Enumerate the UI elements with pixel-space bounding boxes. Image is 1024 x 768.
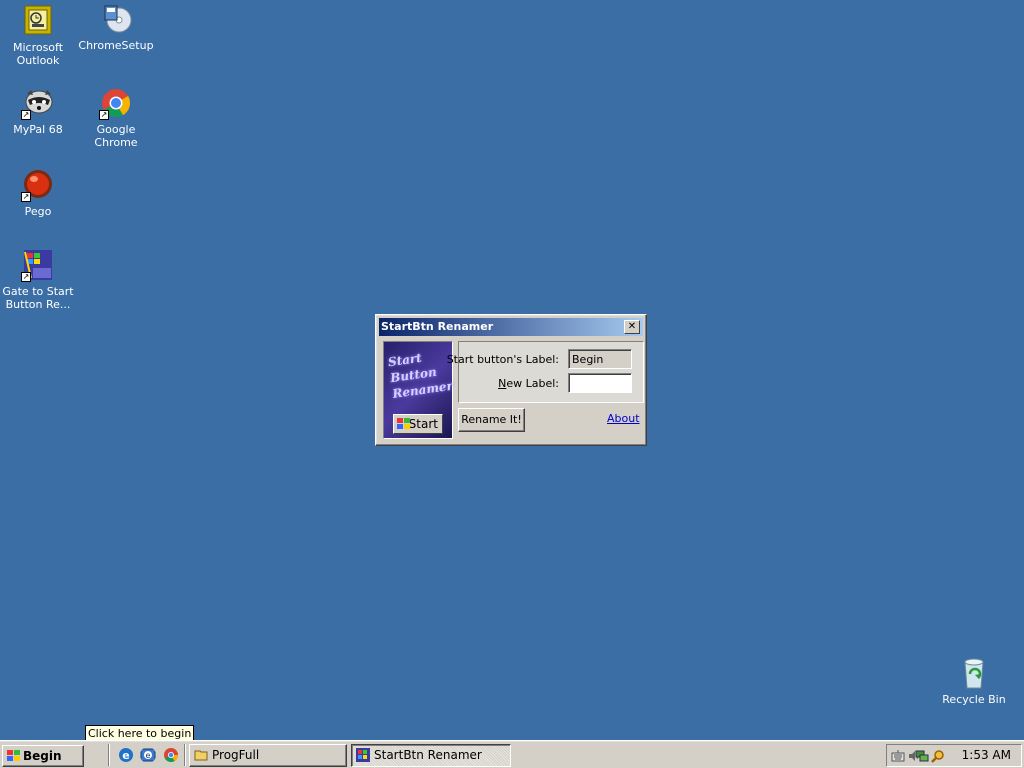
shortcut-arrow-icon: ↗ xyxy=(21,192,31,202)
taskbar-separator xyxy=(108,744,110,766)
keyboard-icon[interactable] xyxy=(891,749,905,763)
startbtn-renamer-dialog: StartBtn Renamer ✕ Start Button Renamer … xyxy=(375,314,647,446)
recycle-bin-icon xyxy=(957,656,991,690)
windows-flag-icon xyxy=(397,418,410,429)
logo-text: Start Button Renamer xyxy=(387,346,454,402)
windows-flag-icon xyxy=(7,750,20,761)
search-icon[interactable] xyxy=(931,749,945,763)
desktop-icon-chromesetup[interactable]: ChromeSetup xyxy=(78,2,154,52)
svg-text:e: e xyxy=(146,751,151,760)
taskbar-separator xyxy=(184,744,186,766)
desktop-icon-pego[interactable]: ↗ Pego xyxy=(0,168,76,218)
taskbar-button-startbtn-renamer[interactable]: StartBtn Renamer xyxy=(351,744,511,767)
new-label-field[interactable] xyxy=(568,373,632,393)
outlook-express-icon[interactable]: e xyxy=(140,747,156,763)
current-label-caption: Start button's Label: xyxy=(446,353,559,366)
about-link[interactable]: About xyxy=(607,412,640,425)
current-label-field[interactable] xyxy=(568,349,632,369)
desktop-icon-label: Outlook xyxy=(16,54,60,67)
desktop-icon-label: Microsoft xyxy=(12,41,64,54)
system-tray: 1:53 AM xyxy=(886,744,1022,767)
start-button[interactable]: Begin xyxy=(2,745,84,767)
shortcut-arrow-icon: ↗ xyxy=(99,110,109,120)
taskbar-button-label: ProgFull xyxy=(212,748,260,762)
start-button-renamer-logo: Start Button Renamer Start xyxy=(383,341,454,439)
desktop-icon-microsoft-outlook[interactable]: Microsoft Outlook xyxy=(0,4,76,67)
chrome-icon[interactable] xyxy=(163,747,179,763)
desktop-icon-label: Pego xyxy=(24,205,52,218)
mypal-icon: ↗ xyxy=(21,86,55,120)
desktop-icon-google-chrome[interactable]: ↗ Google Chrome xyxy=(78,86,154,149)
desktop-icon-recycle-bin[interactable]: Recycle Bin xyxy=(936,656,1012,706)
desktop-icon-label: Google Chrome xyxy=(94,123,138,149)
dialog-title: StartBtn Renamer xyxy=(381,320,494,333)
new-label-caption: New Label: xyxy=(498,377,559,390)
network-icon[interactable] xyxy=(915,749,929,763)
svg-text:e: e xyxy=(122,749,129,762)
rename-button[interactable]: Rename It! xyxy=(458,408,525,432)
pego-icon: ↗ xyxy=(21,168,55,202)
taskbar: Begin e e ProgFull StartBtn Renamer 1:53… xyxy=(0,740,1024,768)
desktop-icon-label: Recycle Bin xyxy=(942,693,1006,706)
logo-start-button-preview: Start xyxy=(393,414,443,434)
shortcut-arrow-icon: ↗ xyxy=(21,272,31,282)
taskbar-button-progfull[interactable]: ProgFull xyxy=(189,744,347,767)
app-icon xyxy=(356,748,370,762)
chrome-icon: ↗ xyxy=(99,86,133,120)
taskbar-button-label: StartBtn Renamer xyxy=(374,748,482,762)
dialog-titlebar[interactable]: StartBtn Renamer ✕ xyxy=(379,318,643,336)
outlook-icon xyxy=(21,4,55,38)
internet-explorer-icon[interactable]: e xyxy=(118,747,134,763)
close-icon: ✕ xyxy=(627,321,637,332)
logo-start-label: Start xyxy=(408,417,438,431)
desktop-icon-label: Button Re... xyxy=(5,298,71,311)
desktop-icon-label: MyPal 68 xyxy=(13,123,63,136)
desktop-icon-mypal[interactable]: ↗ MyPal 68 xyxy=(0,86,76,136)
start-button-label: Begin xyxy=(23,749,62,763)
desktop-icon-label: ChromeSetup xyxy=(78,39,154,52)
desktop-icon-gate-to-start[interactable]: ↗ Gate to Start Button Re... xyxy=(0,248,76,311)
label-settings-group: Start button's Label: New Label: xyxy=(447,341,644,403)
chrome-setup-icon xyxy=(99,2,133,36)
clock[interactable]: 1:53 AM xyxy=(962,745,1011,766)
folder-icon xyxy=(194,750,208,761)
desktop-icon-label: Gate to Start xyxy=(2,285,74,298)
gate-to-start-icon: ↗ xyxy=(21,248,55,282)
close-button[interactable]: ✕ xyxy=(624,320,640,334)
shortcut-arrow-icon: ↗ xyxy=(21,110,31,120)
